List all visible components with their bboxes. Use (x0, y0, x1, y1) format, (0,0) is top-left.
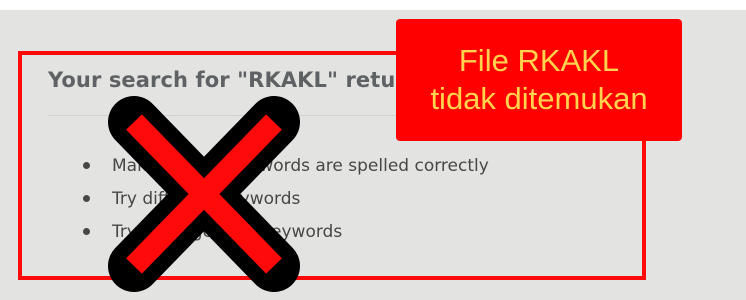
callout-line-1: File RKAKL (458, 43, 620, 78)
bullet-icon (83, 162, 90, 169)
callout-line-2: tidak ditemukan (430, 81, 648, 116)
cross-icon (108, 96, 300, 292)
bullet-icon (83, 228, 90, 235)
bullet-icon (83, 195, 90, 202)
not-found-callout: File RKAKL tidak ditemukan (396, 19, 682, 141)
